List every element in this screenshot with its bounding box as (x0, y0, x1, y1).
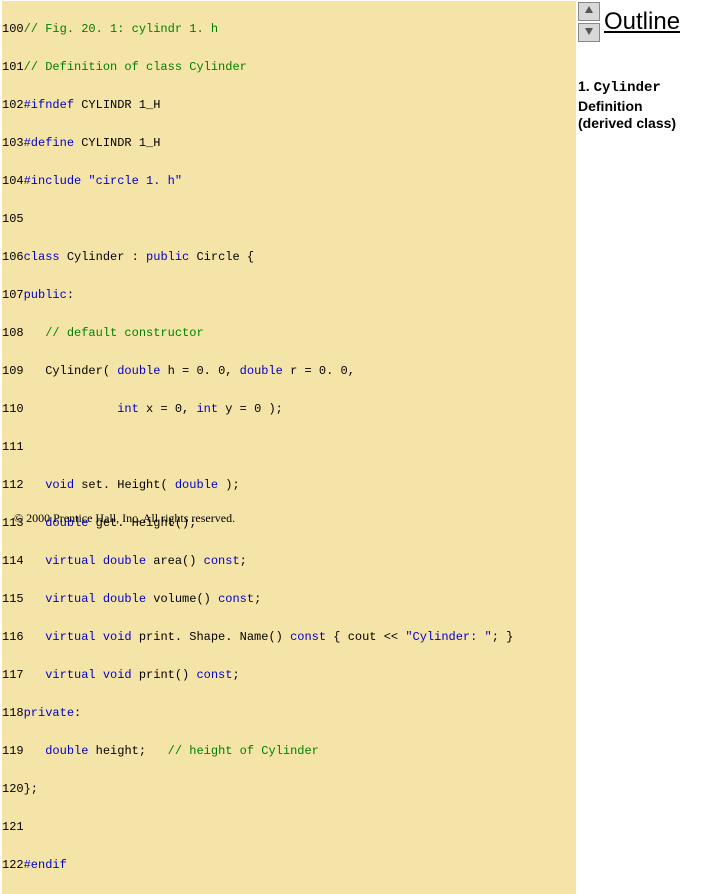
code-line: 101// Definition of class Cylinder (2, 58, 576, 77)
code-line: 100// Fig. 20. 1: cylindr 1. h (2, 20, 576, 39)
section-rest: Definition (578, 98, 643, 114)
outline-title: Outline (604, 8, 680, 36)
copyright-footer: © 2000 Prentice Hall, Inc. All rights re… (14, 511, 235, 526)
code-line: 121 (2, 818, 576, 837)
code-line: 115 virtual double volume() const; (2, 590, 576, 609)
outline-panel: Outline 1. Cylinder Definition (derived … (578, 0, 718, 44)
code-block: 100// Fig. 20. 1: cylindr 1. h 101// Def… (2, 1, 576, 894)
code-line: 114 virtual double area() const; (2, 552, 576, 571)
code-line: 102#ifndef CYLINDR 1_H (2, 96, 576, 115)
section-subtitle: (derived class) (578, 115, 676, 131)
section-note: 1. Cylinder Definition (derived class) (578, 78, 718, 133)
nav-down-button[interactable] (578, 23, 600, 42)
code-line: 110 int x = 0, int y = 0 ); (2, 400, 576, 419)
code-line: 106class Cylinder : public Circle { (2, 248, 576, 267)
code-line: 118private: (2, 704, 576, 723)
code-line: 117 virtual void print() const; (2, 666, 576, 685)
up-arrow-icon (584, 5, 594, 18)
nav-up-button[interactable] (578, 2, 600, 21)
code-line: 111 (2, 438, 576, 457)
code-line: 108 // default constructor (2, 324, 576, 343)
code-line: 105 (2, 210, 576, 229)
section-number: 1. (578, 78, 594, 94)
code-line: 104#include "circle 1. h" (2, 172, 576, 191)
code-line: 109 Cylinder( double h = 0. 0, double r … (2, 362, 576, 381)
code-line: 103#define CYLINDR 1_H (2, 134, 576, 153)
down-arrow-icon (584, 26, 594, 39)
code-line: 119 double height; // height of Cylinder (2, 742, 576, 761)
code-line: 122#endif (2, 856, 576, 875)
code-line: 107public: (2, 286, 576, 305)
code-line: 116 virtual void print. Shape. Name() co… (2, 628, 576, 647)
code-line: 120}; (2, 780, 576, 799)
code-line: 112 void set. Height( double ); (2, 476, 576, 495)
section-class-name: Cylinder (594, 80, 661, 96)
